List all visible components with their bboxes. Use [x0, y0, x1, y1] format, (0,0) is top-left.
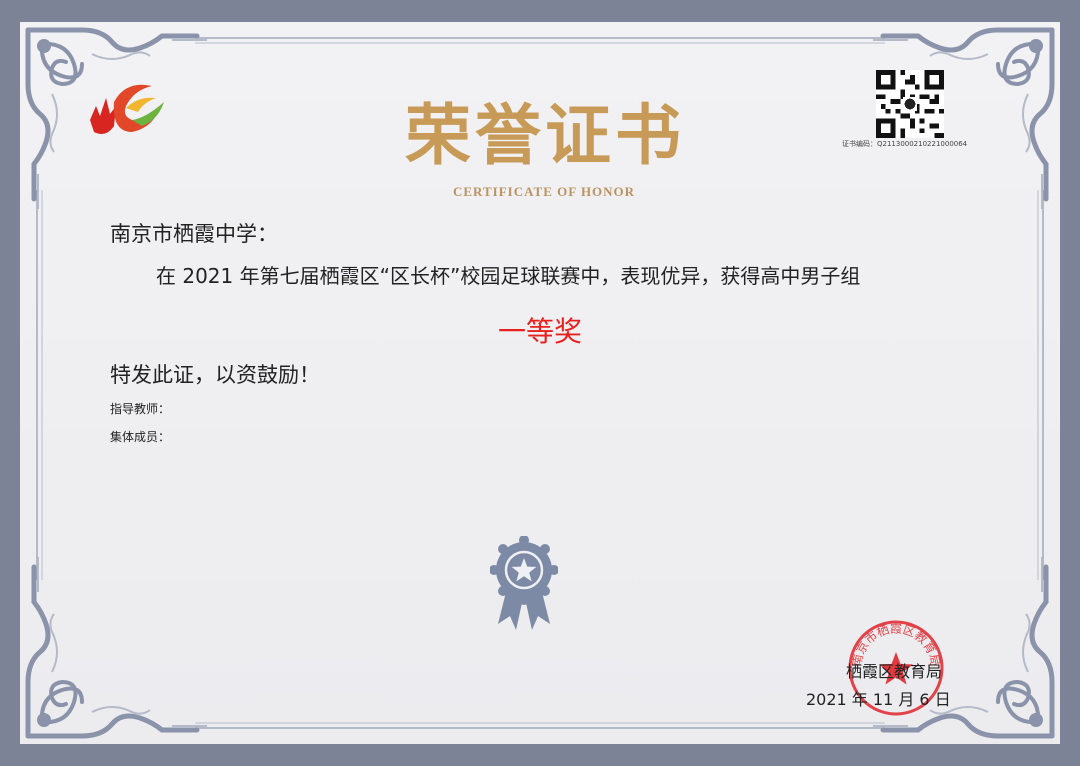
- closing-text: 特发此证，以资鼓励！: [110, 363, 320, 387]
- page-title: 荣誉证书: [405, 96, 685, 174]
- qr-code-icon: [876, 70, 944, 138]
- members-label: 集体成员：: [110, 430, 171, 444]
- issue-date: 2021 年 11 月 6 日: [806, 690, 951, 709]
- certificate-number: 证书编码：Q2113000210221000064: [842, 140, 968, 148]
- recipient-name: 南京市栖霞中学：: [110, 222, 278, 246]
- instructor-label: 指导教师：: [110, 402, 171, 416]
- award-level: 一等奖: [498, 315, 583, 348]
- certificate-page: { "certificate": { "title": "荣誉证书", "sub…: [0, 0, 1080, 766]
- page-subtitle: CERTIFICATE OF HONOR: [453, 184, 636, 199]
- issuer-name: 栖霞区教育局: [846, 662, 943, 681]
- medal-icon: [490, 536, 558, 630]
- certificate-body: 在 2021 年第七届栖霞区“区长杯”校园足球联赛中，表现优异，获得高中男子组: [156, 264, 861, 288]
- logo-icon: [90, 84, 164, 134]
